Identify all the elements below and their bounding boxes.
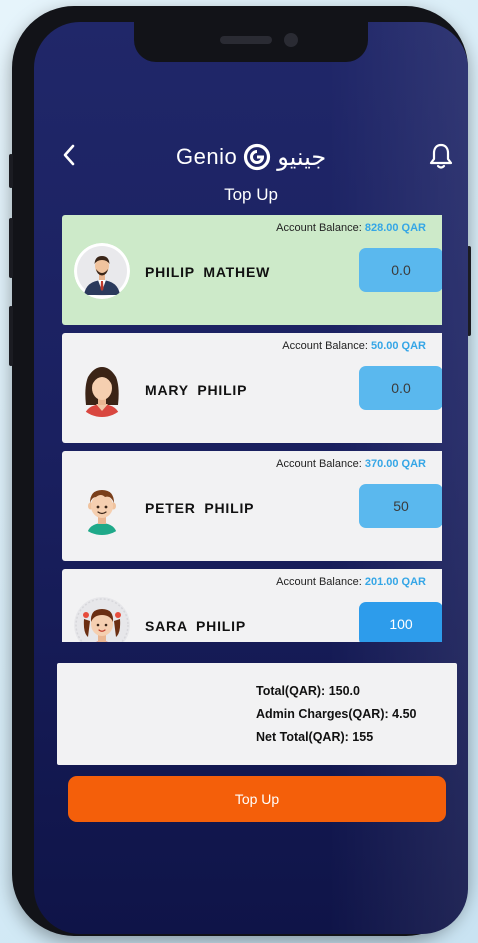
balance-amount: 50.00 QAR bbox=[370, 340, 426, 352]
total-label: Total(QAR): bbox=[256, 684, 326, 698]
genio-g-logo-icon bbox=[243, 143, 271, 171]
brand-name-ar: جينيو bbox=[277, 143, 327, 171]
total-row: Total(QAR): 150.0 bbox=[256, 684, 360, 698]
account-balance: Account Balance: 201.00 QAR bbox=[276, 576, 426, 588]
app-screen: Genio جينيو Top Up Account Balance: 828.… bbox=[34, 22, 468, 934]
net-total-value: 155 bbox=[352, 730, 374, 744]
account-card-mary-philip[interactable]: Account Balance: 50.00 QAR MARY PHILIP bbox=[62, 333, 442, 443]
amount-input[interactable] bbox=[359, 248, 442, 292]
admin-charges-row: Admin Charges(QAR): 4.50 bbox=[256, 707, 416, 721]
totals-summary: Total(QAR): 150.0 Admin Charges(QAR): 4.… bbox=[57, 663, 457, 765]
phone-frame: Genio جينيو Top Up Account Balance: 828.… bbox=[9, 6, 471, 936]
admin-charges-value: 4.50 bbox=[392, 707, 417, 721]
admin-charges-label: Admin Charges(QAR): bbox=[256, 707, 389, 721]
balance-amount: 201.00 QAR bbox=[364, 576, 426, 588]
balance-label: Account Balance: bbox=[276, 222, 362, 234]
brand-logo: Genio جينيو bbox=[176, 140, 326, 174]
bell-icon bbox=[429, 143, 453, 169]
account-balance: Account Balance: 50.00 QAR bbox=[282, 340, 426, 352]
balance-label: Account Balance: bbox=[276, 576, 362, 588]
top-up-button[interactable]: Top Up bbox=[68, 776, 446, 822]
woman-avatar-icon bbox=[74, 361, 130, 417]
account-balance: Account Balance: 828.00 QAR bbox=[276, 222, 426, 234]
boy-avatar-icon bbox=[74, 479, 130, 535]
account-name: PETER PHILIP bbox=[145, 500, 255, 516]
account-card-sara-philip[interactable]: Account Balance: 201.00 QAR SARA PHILIP … bbox=[62, 569, 442, 642]
back-button[interactable] bbox=[56, 140, 84, 170]
total-value: 150.0 bbox=[328, 684, 360, 698]
phone-mute-switch bbox=[9, 154, 13, 188]
brand-name-en: Genio bbox=[176, 144, 238, 169]
balance-amount: 828.00 QAR bbox=[364, 222, 426, 234]
account-name: MARY PHILIP bbox=[145, 382, 248, 398]
net-total-row: Net Total(QAR): 155 bbox=[256, 730, 373, 744]
amount-input[interactable] bbox=[359, 484, 442, 528]
account-card-philip-mathew[interactable]: Account Balance: 828.00 QAR PHILIP MATHE… bbox=[62, 215, 442, 325]
phone-volume-up bbox=[9, 218, 13, 278]
chevron-left-icon bbox=[63, 144, 75, 166]
avatar bbox=[74, 361, 130, 417]
balance-label: Account Balance: bbox=[282, 340, 368, 352]
account-name: PHILIP MATHEW bbox=[145, 264, 271, 280]
notifications-button[interactable] bbox=[426, 140, 456, 172]
net-total-label: Net Total(QAR): bbox=[256, 730, 349, 744]
avatar bbox=[74, 243, 130, 299]
page-title: Top Up bbox=[224, 185, 278, 204]
phone-notch bbox=[134, 22, 368, 62]
account-name: SARA PHILIP bbox=[145, 618, 246, 634]
account-list[interactable]: Account Balance: 828.00 QAR PHILIP MATHE… bbox=[62, 215, 442, 642]
amount-input[interactable] bbox=[359, 366, 442, 410]
amount-input[interactable] bbox=[359, 602, 442, 642]
balance-label: Account Balance: bbox=[276, 458, 362, 470]
girl-avatar-icon bbox=[74, 597, 130, 642]
avatar bbox=[74, 597, 130, 642]
avatar bbox=[74, 479, 130, 535]
balance-amount: 370.00 QAR bbox=[364, 458, 426, 470]
account-balance: Account Balance: 370.00 QAR bbox=[276, 458, 426, 470]
phone-volume-down bbox=[9, 306, 13, 366]
man-avatar-icon bbox=[74, 243, 130, 299]
speaker-grille bbox=[220, 36, 272, 44]
account-card-peter-philip[interactable]: Account Balance: 370.00 QAR PETER PHILIP… bbox=[62, 451, 442, 561]
front-camera bbox=[284, 33, 298, 47]
